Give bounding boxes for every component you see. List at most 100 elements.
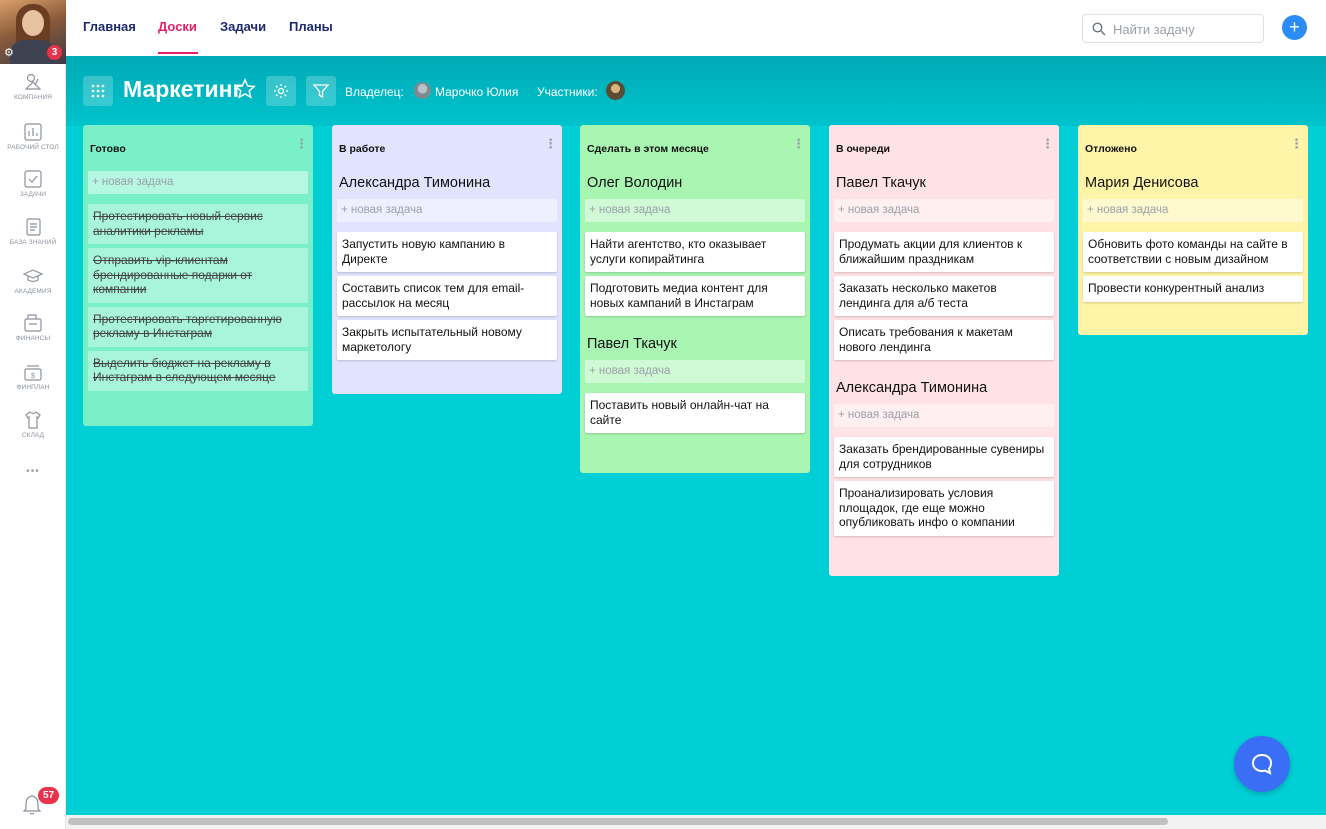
task-card[interactable]: Провести конкурентный анализ [1083, 276, 1303, 302]
column-menu-icon[interactable]: ⋮ [1041, 137, 1054, 150]
nav-item-knowledge-base[interactable]: База знаний [0, 217, 66, 246]
column-menu-icon[interactable]: ⋮ [792, 137, 805, 150]
nav-label: Финплан [16, 384, 50, 391]
task-card[interactable]: Выделить бюджет на рекламу в Инстаграм в… [88, 350, 308, 391]
board-title: Маркетинг [123, 76, 243, 102]
nav-label: Компания [13, 94, 53, 101]
more-menu-icon[interactable]: ••• [0, 466, 66, 477]
search-input[interactable] [1113, 20, 1258, 38]
nav-label: Задачи [19, 191, 47, 198]
tshirt-icon [25, 411, 41, 429]
task-card[interactable]: Описать требования к макетам нового ленд… [834, 320, 1054, 360]
nav-item-warehouse[interactable]: Склад [0, 410, 66, 439]
column-title-text: Сделать в этом месяце [587, 143, 709, 155]
dashboard-icon [24, 123, 42, 141]
new-task-input[interactable]: + новая задача [337, 199, 557, 222]
column-title-text: В очереди [836, 143, 890, 155]
task-card[interactable]: Закрыть испытательный новому маркетологу [337, 320, 557, 360]
left-sidebar: ⚙ 3 Компания Рабочий стол Задачи База зн… [0, 0, 66, 829]
task-card[interactable]: Заказать брендированные сувениры для сот… [834, 437, 1054, 477]
nav-item-dashboard[interactable]: Рабочий стол [0, 122, 66, 151]
member-avatar[interactable] [606, 81, 625, 100]
owner-avatar[interactable] [414, 82, 431, 99]
task-card[interactable]: Подготовить медиа контент для новых камп… [585, 276, 805, 316]
task-card[interactable]: Протестировать новый сервис аналитики ре… [88, 204, 308, 244]
assignee-group-title: Павел Ткачук [836, 175, 926, 191]
column-title-text: Отложено [1085, 143, 1137, 155]
task-card[interactable]: Обновить фото команды на сайте в соответ… [1083, 232, 1303, 272]
column-title: Готово ⋮ [88, 125, 308, 171]
nav-item-finance[interactable]: Финансы [0, 313, 66, 342]
avatar-badge: 3 [47, 45, 62, 60]
settings-gear-icon[interactable]: ⚙ [4, 47, 16, 59]
task-card[interactable]: Проанализировать условия площадок, где е… [834, 481, 1054, 536]
cash-register-icon: $ [24, 365, 42, 381]
task-card[interactable]: Заказать несколько макетов лендинга для … [834, 276, 1054, 316]
wallet-icon [24, 314, 42, 332]
new-task-input[interactable]: + новая задача [88, 171, 308, 194]
tab-plans[interactable]: Планы [289, 19, 333, 34]
chat-bubble-icon [1251, 753, 1273, 775]
task-card[interactable]: Отправить vip-клиентам брендированные по… [88, 248, 308, 303]
column-menu-icon[interactable]: ⋮ [295, 137, 308, 150]
tasks-checkbox-icon [24, 170, 42, 188]
task-card[interactable]: Найти агентство, кто оказывает услуги ко… [585, 232, 805, 272]
tab-home[interactable]: Главная [83, 19, 136, 34]
search-box[interactable] [1082, 14, 1264, 43]
search-icon [1092, 22, 1106, 36]
gear-icon [274, 84, 288, 98]
new-task-input[interactable]: + новая задача [585, 199, 805, 222]
new-task-input[interactable]: + новая задача [1083, 199, 1303, 222]
filter-button[interactable] [306, 76, 336, 106]
svg-text:$: $ [31, 373, 35, 380]
owner-label: Владелец: [345, 85, 404, 99]
assignee-group-title: Александра Тимонина [836, 380, 988, 396]
tab-boards[interactable]: Доски [158, 19, 197, 34]
column-menu-icon[interactable]: ⋮ [544, 137, 557, 150]
board-settings-button[interactable] [266, 76, 296, 106]
column-this-month: Сделать в этом месяце ⋮ Олег Володин + н… [580, 125, 810, 473]
task-card[interactable]: Запустить новую кампанию в Директе [337, 232, 557, 272]
column-title: Отложено ⋮ [1083, 125, 1303, 171]
active-tab-underline [158, 52, 198, 54]
nav-item-finplan[interactable]: $ Финплан [0, 362, 66, 391]
new-task-input[interactable]: + новая задача [834, 199, 1054, 222]
new-task-input[interactable]: + новая задача [834, 404, 1054, 427]
task-card[interactable]: Составить список тем для email-рассылок … [337, 276, 557, 316]
user-avatar[interactable]: ⚙ 3 [0, 0, 66, 64]
tab-tasks[interactable]: Задачи [220, 19, 266, 34]
company-icon [24, 73, 42, 90]
grid-icon [91, 84, 105, 98]
column-title-text: Готово [90, 143, 126, 155]
assignee-group-title: Александра Тимонина [339, 175, 491, 191]
column-title: Сделать в этом месяце ⋮ [585, 125, 805, 171]
nav-label: Склад [21, 432, 45, 439]
horizontal-scrollbar-thumb[interactable] [68, 818, 1168, 825]
filter-icon [313, 84, 329, 99]
column-title: В очереди ⋮ [834, 125, 1054, 171]
column-done: Готово ⋮ + новая задача Протестировать н… [83, 125, 313, 426]
new-task-input[interactable]: + новая задача [585, 360, 805, 383]
boards-grid-button[interactable] [83, 76, 113, 106]
column-postponed: Отложено ⋮ Мария Денисова + новая задача… [1078, 125, 1308, 335]
support-chat-button[interactable] [1234, 736, 1290, 792]
column-in-progress: В работе ⋮ Александра Тимонина + новая з… [332, 125, 562, 394]
add-button[interactable]: + [1282, 15, 1307, 40]
nav-item-company[interactable]: Компания [0, 72, 66, 101]
knowledge-base-icon [26, 218, 41, 236]
graduation-cap-icon [23, 269, 43, 283]
star-icon[interactable] [234, 78, 256, 100]
assignee-group-title: Мария Денисова [1085, 175, 1199, 191]
top-bar: Главная Доски Задачи Планы + [66, 0, 1326, 56]
nav-item-academy[interactable]: Академия [0, 266, 66, 295]
task-card[interactable]: Протестировать таргетированную рекламу в… [88, 306, 308, 347]
task-card[interactable]: Продумать акции для клиентов к ближайшим… [834, 232, 1054, 272]
owner-name[interactable]: Марочко Юлия [435, 85, 518, 99]
assignee-group-title: Олег Володин [587, 175, 683, 191]
task-card[interactable]: Поставить новый онлайн-чат на сайте [585, 393, 805, 433]
column-menu-icon[interactable]: ⋮ [1290, 137, 1303, 150]
nav-item-tasks[interactable]: Задачи [0, 169, 66, 198]
column-title: В работе ⋮ [337, 125, 557, 171]
nav-label: Финансы [15, 335, 51, 342]
